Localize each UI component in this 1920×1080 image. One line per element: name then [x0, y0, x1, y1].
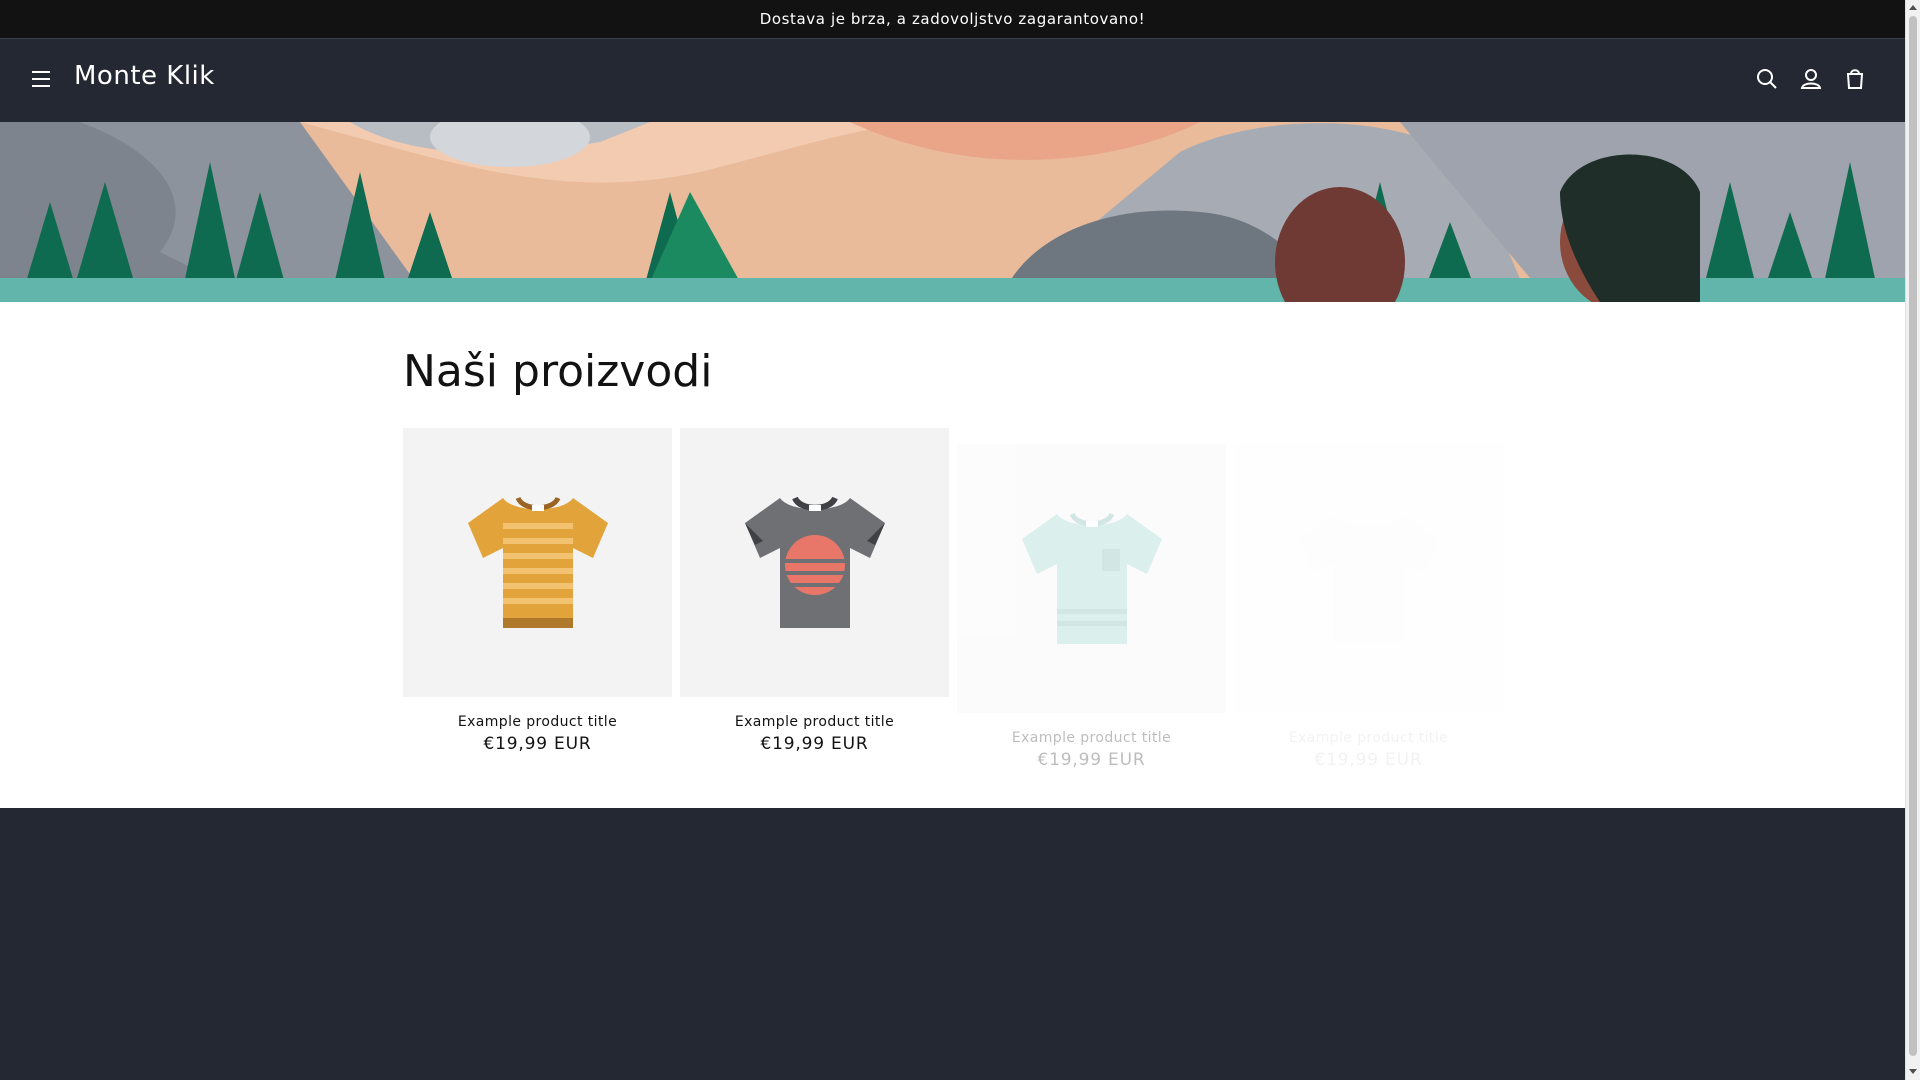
product-price: €19,99 EUR [1314, 750, 1423, 770]
account-icon[interactable] [1797, 65, 1825, 93]
announcement-bar: Dostava je brza, a zadovoljstvo zagarant… [0, 0, 1905, 38]
product-image[interactable] [680, 428, 949, 697]
hero-banner-image [0, 122, 1905, 302]
product-price: €19,99 EUR [1037, 750, 1146, 770]
search-icon[interactable] [1753, 65, 1781, 93]
scroll-down-arrow[interactable] [1909, 1069, 1917, 1074]
site-footer [0, 808, 1905, 1080]
product-image[interactable] [957, 444, 1226, 713]
menu-icon[interactable] [29, 66, 55, 92]
product-price: €19,99 EUR [483, 734, 592, 754]
featured-collection: Naši proizvodi Example product title €19… [0, 302, 1905, 808]
scroll-up-arrow[interactable] [1909, 5, 1917, 10]
product-title[interactable]: Example product title [957, 730, 1226, 746]
product-card[interactable]: Example product title €19,99 EUR [403, 428, 672, 754]
product-title[interactable]: Example product title [1234, 730, 1503, 746]
mint-tshirt-icon [1021, 512, 1162, 644]
orange-tshirt-icon [467, 496, 608, 628]
product-price: €19,99 EUR [760, 734, 869, 754]
gray-tshirt-icon [744, 495, 885, 628]
section-title: Naši proizvodi [403, 346, 713, 397]
product-title[interactable]: Example product title [680, 714, 949, 730]
product-image[interactable] [1234, 444, 1503, 713]
page-scrollbar[interactable] [1905, 0, 1920, 1080]
site-header: Monte Klik [0, 38, 1905, 122]
scroll-thumb[interactable] [1909, 16, 1917, 1056]
store-logo-link[interactable]: Monte Klik [74, 61, 215, 91]
product-title[interactable]: Example product title [403, 714, 672, 730]
announcement-text: Dostava je brza, a zadovoljstvo zagarant… [759, 10, 1146, 28]
product-card[interactable]: Example product title €19,99 EUR [957, 444, 1226, 770]
cart-icon[interactable] [1841, 65, 1869, 93]
product-card[interactable]: Example product title €19,99 EUR [680, 428, 949, 754]
white-tshirt-icon [1298, 513, 1439, 644]
product-card[interactable]: Example product title €19,99 EUR [1234, 444, 1503, 770]
product-image[interactable] [403, 428, 672, 697]
